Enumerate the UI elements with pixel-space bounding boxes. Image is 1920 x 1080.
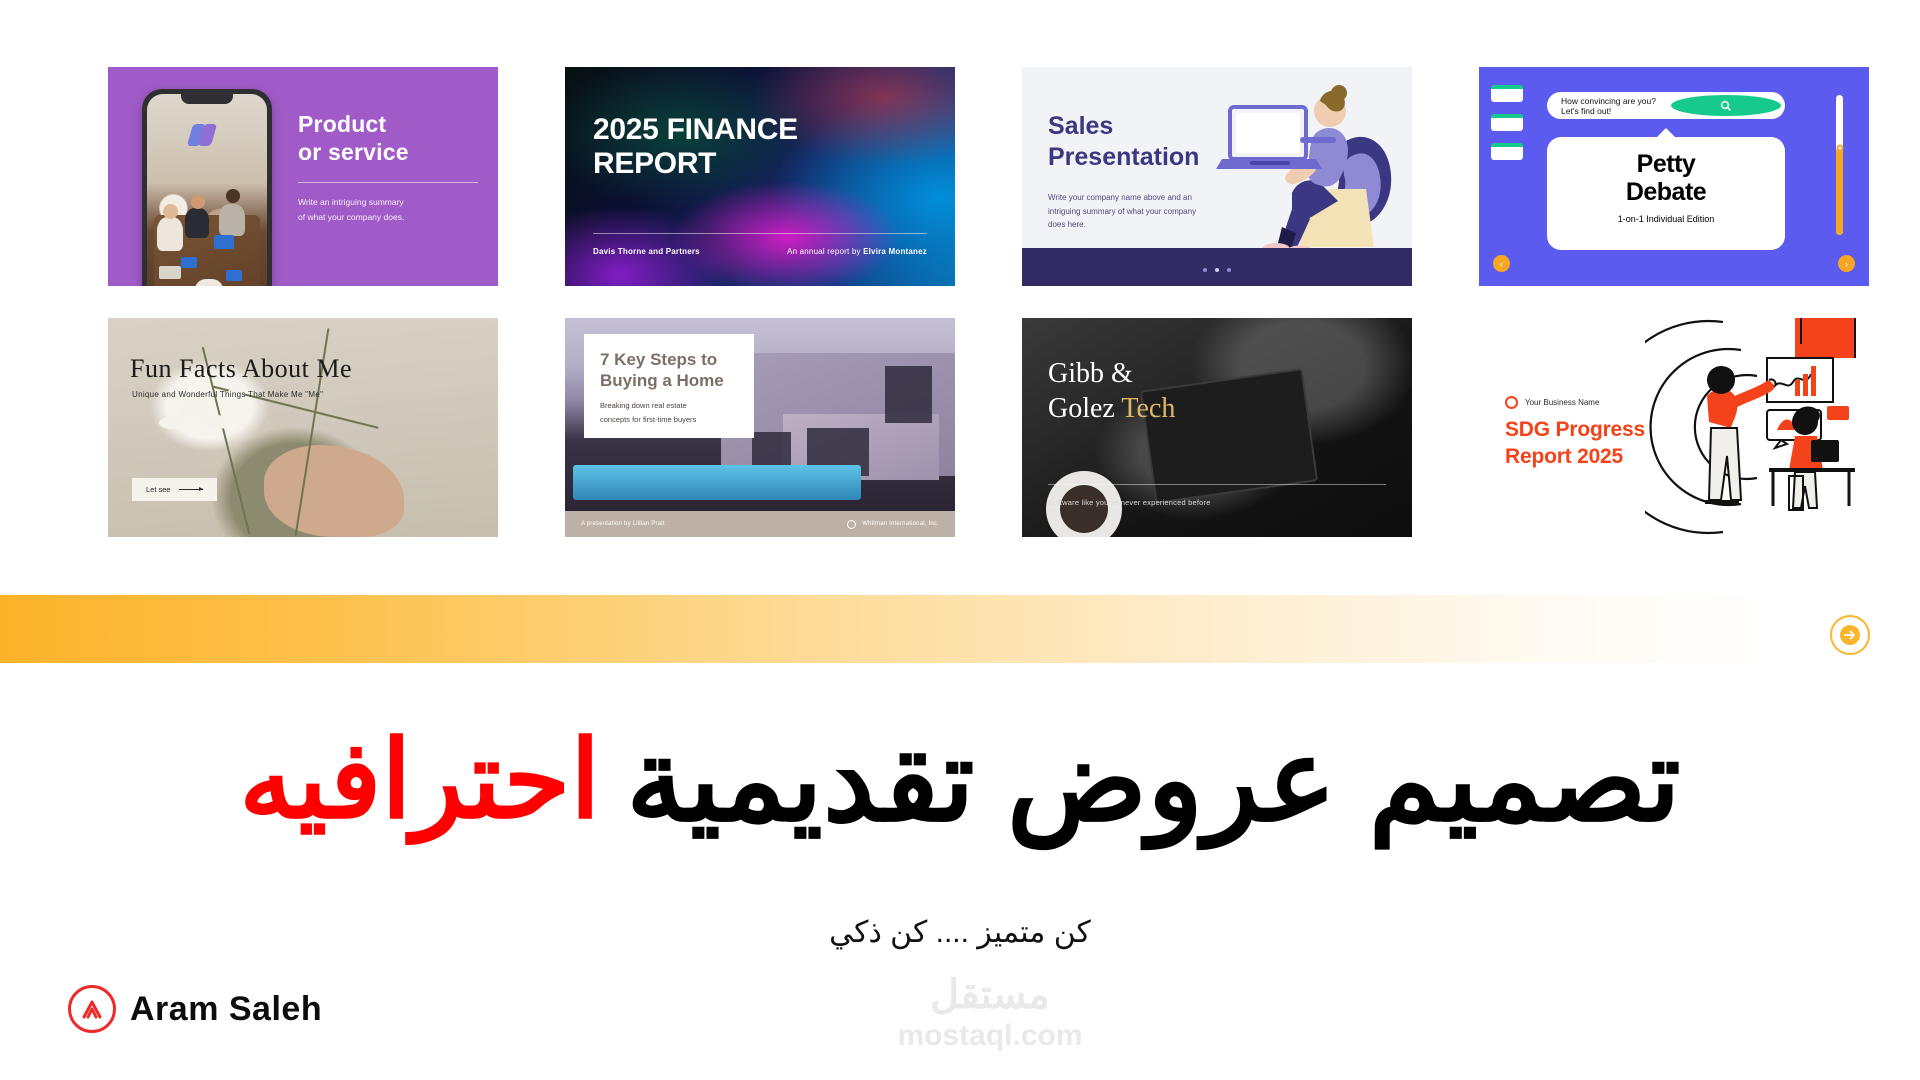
pool bbox=[572, 464, 862, 500]
business-name-row: Your Business Name bbox=[1505, 396, 1599, 409]
template-card-product-or-service[interactable]: Product or service Write an intriguing su… bbox=[108, 67, 498, 286]
phone-mockup bbox=[142, 89, 272, 286]
card-title: Petty Debate bbox=[1625, 150, 1707, 206]
speech-bubble-card: Petty Debate 1-on-1 Individual Edition bbox=[1547, 137, 1785, 250]
watermark-latin: mostaql.com bbox=[897, 1019, 1083, 1052]
card-title: Gibb & Golez Tech bbox=[1048, 358, 1176, 425]
sdg-illustration bbox=[1645, 318, 1856, 535]
arrow-right-icon bbox=[178, 487, 203, 491]
card-title: Sales Presentation bbox=[1048, 112, 1200, 171]
card-subtitle: Unique and Wonderful Things That Make Me… bbox=[132, 390, 324, 399]
template-card-gibb-golez-tech[interactable]: Gibb & Golez Tech Software like you've ne… bbox=[1022, 318, 1412, 537]
woman-with-laptop-illustration bbox=[1216, 85, 1392, 256]
watermark-arabic: مستقل bbox=[930, 973, 1050, 1017]
card-title: SDG Progress Report 2025 bbox=[1505, 418, 1645, 469]
template-card-sdg-progress-report[interactable]: Your Business Name SDG Progress Report 20… bbox=[1479, 318, 1869, 537]
headline: تصميم عروض تقديمية احترافيه bbox=[0, 690, 1920, 870]
template-card-sales-presentation[interactable]: Sales Presentation Write your company nam… bbox=[1022, 67, 1412, 286]
divider bbox=[593, 233, 927, 234]
footer-band bbox=[1022, 248, 1412, 286]
aram-logo-icon bbox=[68, 985, 116, 1033]
template-gallery-grid: Product or service Write an intriguing su… bbox=[108, 67, 1869, 537]
card-body: Write an intriguing summary of what your … bbox=[298, 197, 405, 223]
card-body: Write your company name above and an int… bbox=[1048, 193, 1197, 230]
mostaql-watermark: مستقل mostaql.com bbox=[860, 975, 1120, 1052]
card-body: Breaking down real estate concepts for fi… bbox=[600, 401, 697, 424]
slide-pagination-dots[interactable] bbox=[1203, 268, 1231, 272]
search-text: How convincing are you? Let's find out! bbox=[1561, 95, 1656, 116]
template-card-finance-report[interactable]: 2025 FINANCE REPORT Davis Thorne and Part… bbox=[565, 67, 955, 286]
template-card-buying-a-home[interactable]: 7 Key Steps to Buying a Home Breaking dow… bbox=[565, 318, 955, 537]
template-card-fun-facts[interactable]: Fun Facts About Me Unique and Wonderful … bbox=[108, 318, 498, 537]
prev-button[interactable]: ‹ bbox=[1493, 255, 1510, 272]
arrow-right-icon bbox=[1840, 625, 1860, 645]
photo-subject bbox=[264, 445, 405, 537]
next-button[interactable]: › bbox=[1838, 255, 1855, 272]
headline-black: تصميم عروض تقديمية bbox=[626, 715, 1681, 845]
divider bbox=[298, 182, 478, 184]
brand-signature: Aram Saleh bbox=[68, 985, 322, 1033]
headline-red: احترافيه bbox=[227, 726, 600, 843]
accent-band bbox=[0, 595, 1920, 663]
card-subtitle: 1-on-1 Individual Edition bbox=[1617, 214, 1715, 224]
vertical-slider[interactable] bbox=[1836, 95, 1843, 235]
card-tagline: Software like you've never experienced b… bbox=[1048, 498, 1211, 507]
card-footer-right: An annual report by Elvira Montanez bbox=[787, 247, 927, 256]
card-title: 2025 FINANCE REPORT bbox=[593, 113, 798, 180]
phone-notch bbox=[181, 94, 233, 104]
let-see-button[interactable]: Let see bbox=[132, 478, 217, 501]
button-label: Let see bbox=[146, 485, 171, 494]
business-name: Your Business Name bbox=[1525, 398, 1600, 407]
company-mark-icon bbox=[847, 519, 857, 529]
divider bbox=[1048, 484, 1386, 485]
page-root: Product or service Write an intriguing su… bbox=[0, 0, 1920, 1080]
title-panel: 7 Key Steps to Buying a Home Breaking dow… bbox=[584, 334, 754, 438]
app-logo-icon bbox=[186, 124, 224, 146]
next-slide-button[interactable] bbox=[1830, 615, 1870, 655]
card-title: Fun Facts About Me bbox=[130, 354, 353, 383]
folder-tabs-icon bbox=[1491, 85, 1523, 160]
search-bar[interactable]: How convincing are you? Let's find out! bbox=[1547, 92, 1785, 119]
gradient-bar bbox=[0, 595, 1920, 663]
search-icon[interactable] bbox=[1671, 95, 1781, 116]
gear-icon bbox=[1505, 396, 1518, 409]
subtitle: كن متميز .... كن ذكي bbox=[829, 916, 1091, 949]
card-footer-left: A presentation by Lillian Pratt bbox=[581, 521, 665, 527]
card-title: Product or service bbox=[298, 111, 409, 165]
template-card-petty-debate[interactable]: How convincing are you? Let's find out! … bbox=[1479, 67, 1869, 286]
card-footer-left: Davis Thorne and Partners bbox=[593, 247, 700, 256]
card-title: 7 Key Steps to Buying a Home bbox=[600, 350, 724, 390]
card-footer-right: Whitman International, Inc. bbox=[862, 521, 939, 527]
brand-name: Aram Saleh bbox=[130, 989, 323, 1028]
slider-knob[interactable] bbox=[1836, 144, 1843, 152]
card-footer: A presentation by Lillian Pratt Whitman … bbox=[565, 511, 955, 537]
